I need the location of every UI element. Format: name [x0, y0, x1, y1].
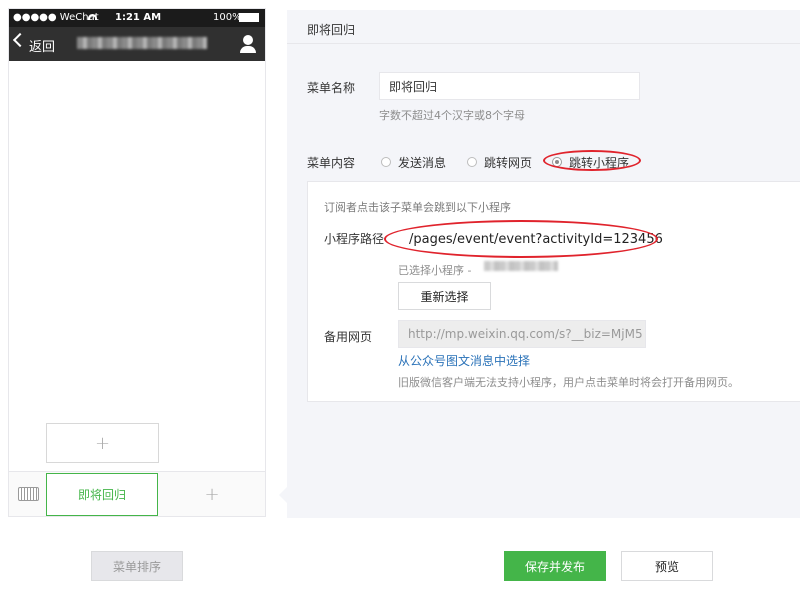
add-submenu-button[interactable]: + [46, 423, 159, 463]
radio-jump-webpage[interactable] [467, 157, 477, 167]
phone-preview: ●●●●● WeChat 1:21 AM 100% 返回 + 即将回归 + [8, 8, 266, 517]
keyboard-icon[interactable] [18, 487, 39, 501]
editor-pointer [279, 487, 287, 503]
select-from-articles-link[interactable]: 从公众号图文消息中选择 [398, 352, 530, 369]
selected-miniprogram-label: 已选择小程序 - [398, 264, 472, 277]
nav-bar: 返回 [9, 27, 265, 61]
miniprogram-name-redacted [484, 261, 558, 271]
preview-button[interactable]: 预览 [621, 551, 713, 581]
menu-editor-panel: 即将回归 菜单名称 即将回归 字数不超过4个汉字或8个字母 菜单内容 发送消息 … [287, 10, 800, 518]
person-icon[interactable] [243, 35, 253, 45]
miniprogram-description: 订阅者点击该子菜单会跳到以下小程序 [324, 201, 511, 214]
preview-label: 预览 [654, 559, 679, 574]
status-time: 1:21 AM [115, 12, 162, 23]
annotation-ellipse [543, 150, 641, 171]
back-label[interactable]: 返回 [29, 36, 55, 55]
menu-item-active[interactable]: 即将回归 [46, 473, 158, 516]
plus-icon: + [94, 432, 111, 454]
radio-send-message[interactable] [381, 157, 391, 167]
backup-page-label: 备用网页 [324, 330, 373, 344]
menu-content-label: 菜单内容 [307, 156, 356, 170]
add-menu-button[interactable]: + [159, 473, 265, 516]
sort-menu-label: 菜单排序 [112, 559, 161, 574]
option-send-message[interactable]: 发送消息 [398, 154, 446, 171]
save-publish-button[interactable]: 保存并发布 [504, 551, 606, 581]
backup-page-note: 旧版微信客户端无法支持小程序，用户点击菜单时将会打开备用网页。 [398, 376, 739, 389]
backup-url-value: http://mp.weixin.qq.com/s?__biz=MjM5 [408, 327, 643, 341]
menu-name-value: 即将回归 [389, 79, 438, 94]
status-bar: ●●●●● WeChat 1:21 AM 100% [9, 9, 265, 27]
menu-bar: 即将回归 + [9, 471, 265, 516]
menu-name-input[interactable]: 即将回归 [379, 72, 640, 100]
menu-item-label: 即将回归 [77, 488, 126, 502]
option-jump-webpage[interactable]: 跳转网页 [484, 154, 532, 171]
menu-name-label: 菜单名称 [307, 81, 356, 95]
carrier-text: ●●●●● WeChat [13, 12, 99, 23]
sort-menu-button[interactable]: 菜单排序 [91, 551, 183, 581]
miniprogram-path-label: 小程序路径 [324, 232, 385, 246]
backup-url-input[interactable]: http://mp.weixin.qq.com/s?__biz=MjM5 [398, 320, 646, 348]
annotation-ellipse [384, 220, 658, 258]
reselect-button[interactable]: 重新选择 [398, 282, 491, 310]
back-chevron-icon[interactable] [12, 32, 28, 48]
account-name-redacted [77, 37, 207, 49]
miniprogram-settings-box: 订阅者点击该子菜单会跳到以下小程序 小程序路径 /pages/event/eve… [307, 181, 800, 402]
wifi-icon [88, 14, 97, 20]
menu-name-hint: 字数不超过4个汉字或8个字母 [379, 109, 525, 122]
battery-text: 100% [213, 12, 242, 23]
chat-area [9, 61, 265, 471]
editor-title: 即将回归 [307, 23, 356, 37]
save-publish-label: 保存并发布 [524, 559, 585, 574]
battery-icon [239, 13, 259, 22]
reselect-button-label: 重新选择 [420, 289, 469, 304]
person-icon-body [240, 46, 256, 53]
editor-header: 即将回归 [287, 10, 800, 44]
plus-icon: + [204, 484, 220, 505]
